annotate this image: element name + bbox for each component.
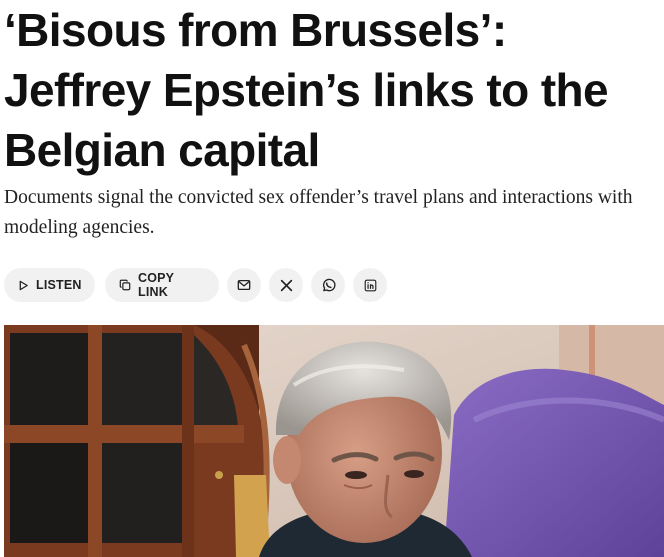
linkedin-icon [364, 279, 377, 292]
article-dek: Documents signal the convicted sex offen… [4, 187, 633, 238]
copy-link-button[interactable]: COPY LINK [105, 268, 219, 302]
article-headline: ‘Bisous from Brussels’: Jeffrey Epstein’… [4, 4, 609, 176]
x-logo-icon [280, 279, 293, 292]
share-linkedin-button[interactable] [353, 268, 387, 302]
listen-label: LISTEN [36, 278, 82, 292]
copy-icon [119, 279, 131, 291]
play-icon [18, 280, 29, 291]
hero-photo [4, 325, 664, 557]
listen-button[interactable]: LISTEN [4, 268, 95, 302]
hero-photo-illustration [4, 325, 664, 557]
share-x-button[interactable] [269, 268, 303, 302]
copy-link-label: COPY LINK [138, 271, 174, 299]
share-email-button[interactable] [227, 268, 261, 302]
whatsapp-icon [321, 278, 336, 293]
share-whatsapp-button[interactable] [311, 268, 345, 302]
email-icon [237, 278, 251, 292]
share-toolbar: LISTEN COPY LINK [4, 268, 387, 302]
